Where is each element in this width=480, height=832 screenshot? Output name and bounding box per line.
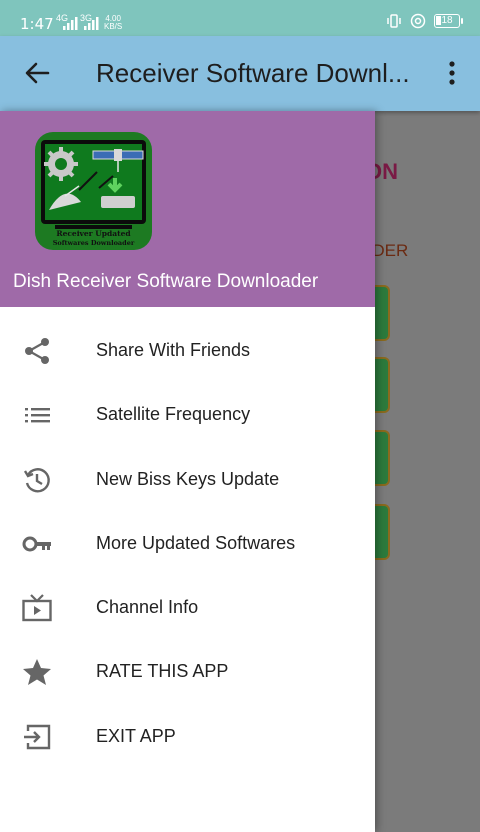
battery-icon: 18 (434, 14, 463, 28)
menu-item-label: Share With Friends (96, 340, 251, 360)
exit-icon (24, 724, 51, 749)
at-icon (410, 13, 426, 29)
main-button (375, 359, 388, 411)
menu-item-more-softwares[interactable]: More Updated Softwares (0, 511, 375, 575)
network-type-2: 3G (80, 14, 92, 23)
menu-item-satellite-frequency[interactable]: Satellite Frequency (0, 382, 375, 446)
drawer-menu: Share With Friends Satellite Frequency N… (0, 318, 375, 768)
vibrate-icon (387, 14, 401, 28)
menu-item-label: Satellite Frequency (96, 404, 251, 425)
menu-item-channel-info[interactable]: Channel Info (0, 575, 375, 639)
menu-item-rate-app[interactable]: RATE THIS APP (0, 639, 375, 703)
menu-item-share[interactable]: Share With Friends (0, 318, 375, 382)
navigation-drawer: Receiver Updated Softwares Downloader Di… (0, 111, 375, 832)
menu-item-biss-keys[interactable]: New Biss Keys Update (0, 447, 375, 511)
main-button (375, 287, 388, 339)
menu-item-exit-app[interactable]: EXIT APP (0, 704, 375, 768)
status-bar: 1:47 4G 3G 4.00 KB/S 18 (0, 0, 480, 36)
menu-item-label: New Biss Keys Update (96, 468, 280, 489)
logo-caption-line1: Receiver Updated (56, 229, 131, 238)
status-icons: 18 (386, 13, 463, 29)
network-speed-unit: KB/S (104, 22, 123, 31)
menu-item-label: Channel Info (96, 597, 199, 618)
menu-item-label: More Updated Softwares (96, 532, 296, 553)
star-icon (23, 659, 51, 686)
logo-caption-line2: Softwares Downloader (53, 239, 135, 247)
key-icon (22, 536, 51, 552)
history-icon (23, 467, 50, 492)
main-subtitle-fragment: ADER (375, 241, 409, 260)
back-arrow-icon[interactable] (22, 58, 52, 88)
app-logo-graphic: Receiver Updated Softwares Downloader (41, 140, 146, 247)
dimmed-main-content[interactable]: ON ADER (375, 111, 480, 832)
app-bar: Receiver Software Downl... (0, 36, 480, 111)
drawer-app-name: Dish Receiver Software Downloader (13, 271, 319, 292)
list-icon (25, 408, 50, 423)
main-button (375, 506, 388, 558)
drawer-header: Receiver Updated Softwares Downloader Di… (0, 111, 375, 307)
menu-item-label: RATE THIS APP (96, 661, 229, 682)
app-logo: Receiver Updated Softwares Downloader (35, 132, 152, 250)
network-speed: 4.00 KB/S (104, 15, 122, 31)
battery-level: 18 (441, 15, 453, 26)
main-title-fragment: ON (375, 159, 398, 184)
network-type-label-2: 3G (80, 13, 93, 23)
menu-item-label: EXIT APP (96, 725, 176, 746)
app-bar-title: Receiver Software Downl... (96, 58, 410, 88)
tv-icon (22, 594, 52, 622)
share-icon (25, 338, 49, 364)
more-vert-icon[interactable] (440, 58, 464, 88)
main-button (375, 432, 388, 484)
status-time: 1:47 (20, 15, 54, 33)
